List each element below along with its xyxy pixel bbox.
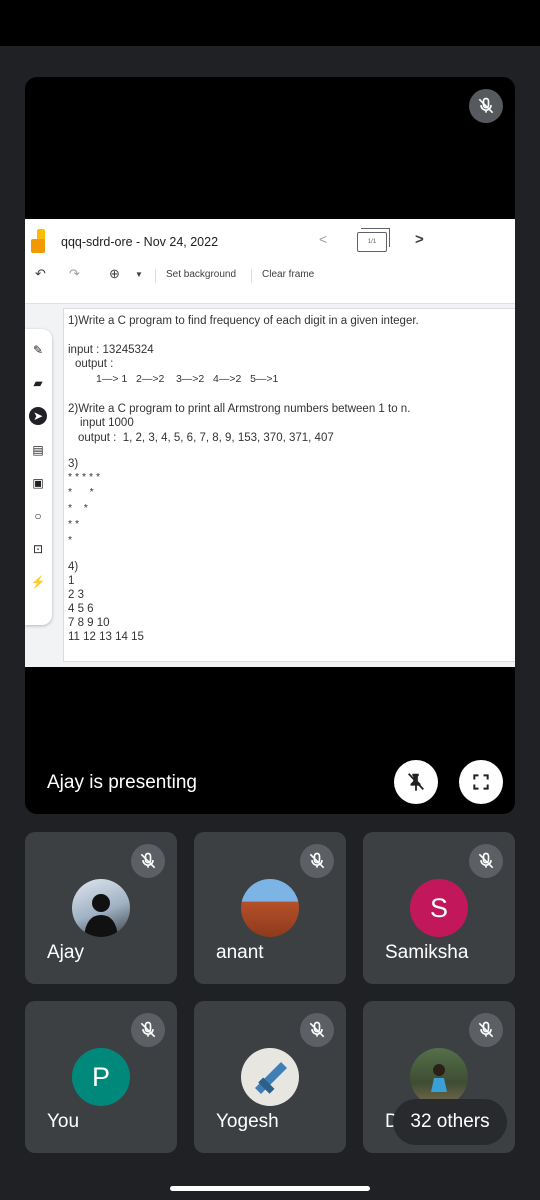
toolbar-divider (251, 269, 252, 283)
avatar: P (72, 1048, 130, 1106)
canvas-text: * * (68, 486, 94, 498)
image-icon[interactable]: ▣ (29, 474, 47, 492)
canvas-text: * * * * * (68, 471, 101, 483)
tool-palette: ✎ ▰ ➤ ▤ ▣ ○ ⊡ ⚡ (25, 329, 52, 625)
canvas-text: * * (68, 502, 88, 514)
muted-mic-icon (469, 1013, 503, 1047)
redo-icon[interactable]: ↷ (69, 266, 80, 282)
canvas-text: 4 5 6 (68, 603, 94, 615)
muted-mic-icon (131, 1013, 165, 1047)
pen-tool-icon[interactable]: ✎ (29, 341, 47, 359)
undo-icon[interactable]: ↶ (35, 266, 46, 282)
avatar: S (410, 879, 468, 937)
canvas-text: 2 3 (68, 589, 84, 601)
canvas-text: 7 8 9 10 (68, 617, 110, 629)
clear-frame-button[interactable]: Clear frame (262, 269, 314, 280)
laser-tool-icon[interactable]: ⚡ (29, 573, 47, 591)
select-tool-icon[interactable]: ➤ (29, 407, 47, 425)
participant-name: You (47, 1111, 80, 1132)
fullscreen-icon (473, 774, 489, 790)
set-background-button[interactable]: Set background (166, 269, 236, 280)
avatar (72, 879, 130, 937)
muted-mic-icon (131, 844, 165, 878)
canvas-text: 1 (68, 575, 75, 587)
canvas-text: * (68, 534, 73, 546)
canvas-text: input : 13245324 (68, 344, 154, 356)
participant-name: Samiksha (385, 942, 469, 963)
status-bar (0, 0, 540, 46)
canvas-text: output : (75, 358, 114, 370)
zoom-dropdown-icon[interactable]: ▼ (135, 270, 143, 279)
avatar (241, 879, 299, 937)
jamboard-screen: qqq-sdrd-ore - Nov 24, 2022 < 1/1 > ↶ ↷ … (25, 219, 515, 667)
sticky-note-icon[interactable]: ▤ (29, 441, 47, 459)
next-frame-icon[interactable]: > (415, 231, 424, 248)
canvas-text: * * (68, 518, 80, 530)
prev-frame-icon[interactable]: < (319, 231, 327, 247)
eraser-tool-icon[interactable]: ▰ (29, 374, 47, 392)
presentation-stage[interactable]: qqq-sdrd-ore - Nov 24, 2022 < 1/1 > ↶ ↷ … (25, 77, 515, 814)
participant-name: anant (216, 942, 264, 963)
canvas-text: input 1000 (80, 417, 134, 429)
frame-indicator[interactable]: 1/1 (357, 228, 390, 252)
canvas-text: 3) (68, 458, 79, 470)
participant-tile[interactable]: S Samiksha (363, 832, 515, 984)
participant-name: Yogesh (216, 1111, 279, 1132)
participant-tile[interactable]: Ajay (25, 832, 177, 984)
unpin-icon (407, 773, 425, 792)
document-title: qqq-sdrd-ore - Nov 24, 2022 (61, 235, 219, 249)
text-box-icon[interactable]: ⊡ (29, 540, 47, 558)
home-indicator[interactable] (170, 1186, 370, 1191)
shape-tool-icon[interactable]: ○ (29, 507, 47, 525)
canvas-text: 1—> 1 2—>2 3—>2 4—>2 5—>1 (96, 373, 279, 385)
fullscreen-button[interactable] (459, 760, 503, 804)
presenting-label: Ajay is presenting (47, 772, 197, 793)
canvas-text: 1)Write a C program to find frequency of… (68, 315, 419, 327)
jamboard-logo (31, 229, 45, 253)
participant-tile[interactable]: P You (25, 1001, 177, 1153)
muted-mic-icon (469, 844, 503, 878)
canvas-text: 11 12 13 14 15 (68, 631, 144, 643)
avatar (410, 1048, 468, 1106)
participant-name: Ajay (47, 942, 84, 963)
others-chip[interactable]: 32 others (393, 1099, 507, 1145)
jam-canvas[interactable]: 1)Write a C program to find frequency of… (63, 308, 515, 662)
toolbar-divider (155, 269, 156, 283)
muted-mic-icon (469, 89, 503, 123)
canvas-text: output : 1, 2, 3, 4, 5, 6, 7, 8, 9, 153,… (78, 432, 334, 444)
avatar (241, 1048, 299, 1106)
jamboard-header: qqq-sdrd-ore - Nov 24, 2022 < 1/1 > ↶ ↷ … (25, 219, 515, 304)
canvas-text: 2)Write a C program to print all Armstro… (68, 403, 411, 415)
participant-tile[interactable]: Yogesh (194, 1001, 346, 1153)
zoom-icon[interactable]: ⊕ (109, 266, 120, 282)
muted-mic-icon (300, 1013, 334, 1047)
muted-mic-icon (300, 844, 334, 878)
unpin-button[interactable] (394, 760, 438, 804)
canvas-text: 4) (68, 561, 79, 573)
participant-tile[interactable]: anant (194, 832, 346, 984)
